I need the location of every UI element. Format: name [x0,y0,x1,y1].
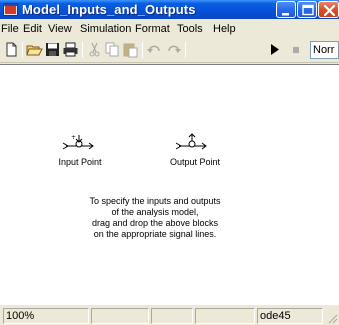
window-title: Model_Inputs_and_Outputs [22,2,196,17]
instructions-line: on the appropriate signal lines. [93,229,217,239]
title-bar[interactable]: Model_Inputs_and_Outputs [0,0,339,19]
resize-grip-icon[interactable] [326,312,338,324]
status-bar: 100% ode45 [0,304,339,325]
menu-bar: File Edit View Simulation Format Tools H… [0,19,339,38]
input-point-block[interactable]: + [62,133,98,153]
minimize-button[interactable] [276,1,296,18]
cut-icon[interactable] [86,41,103,58]
status-cell-empty [151,308,193,324]
output-point-icon [175,133,207,150]
output-point-label: Output Point [169,157,221,167]
model-canvas[interactable]: + Input Point Output Point To specify th… [0,64,339,304]
instructions-line: of the analysis model, [111,207,199,217]
toolbar: Norr [0,38,339,63]
menu-simulation[interactable]: Simulation [80,22,131,36]
save-icon[interactable] [44,41,61,58]
menu-edit[interactable]: Edit [23,22,42,36]
copy-icon[interactable] [104,41,121,58]
stop-icon[interactable] [288,41,305,58]
solver-status: ode45 [257,308,323,324]
toolbar-separator [22,42,23,58]
input-point-label: Input Point [58,157,102,167]
minimize-icon [282,13,289,16]
toolbar-separator [185,42,186,58]
redo-icon[interactable] [165,41,182,58]
zoom-status: 100% [3,308,89,324]
maximize-button[interactable] [297,1,317,18]
status-cell-empty [195,308,255,324]
close-icon [323,4,336,17]
toolbar-separator [82,42,83,58]
status-cell-empty [91,308,149,324]
model-window: Model_Inputs_and_Outputs File Edit View … [0,0,339,325]
new-icon[interactable] [3,41,20,58]
menu-help[interactable]: Help [213,22,236,36]
simulink-model-icon [3,2,18,17]
menu-format[interactable]: Format [135,22,170,36]
instructions-line: To specify the inputs and outputs [89,196,221,206]
menu-view[interactable]: View [48,22,72,36]
toolbar-separator [142,42,143,58]
output-point-block[interactable] [175,133,211,153]
play-icon[interactable] [266,41,283,58]
menu-tools[interactable]: Tools [177,22,203,36]
close-button[interactable] [318,1,339,18]
svg-text:+: + [71,134,76,141]
open-icon[interactable] [26,41,43,58]
instructions-text: To specify the inputs and outputs of the… [40,196,270,240]
stop-time-field[interactable]: Norr [310,41,339,59]
maximize-icon [302,4,314,16]
menu-file[interactable]: File [1,22,19,36]
input-point-icon: + [62,134,94,150]
print-icon[interactable] [62,41,79,58]
undo-icon[interactable] [146,41,163,58]
paste-icon[interactable] [122,41,139,58]
instructions-line: drag and drop the above blocks [91,218,219,228]
